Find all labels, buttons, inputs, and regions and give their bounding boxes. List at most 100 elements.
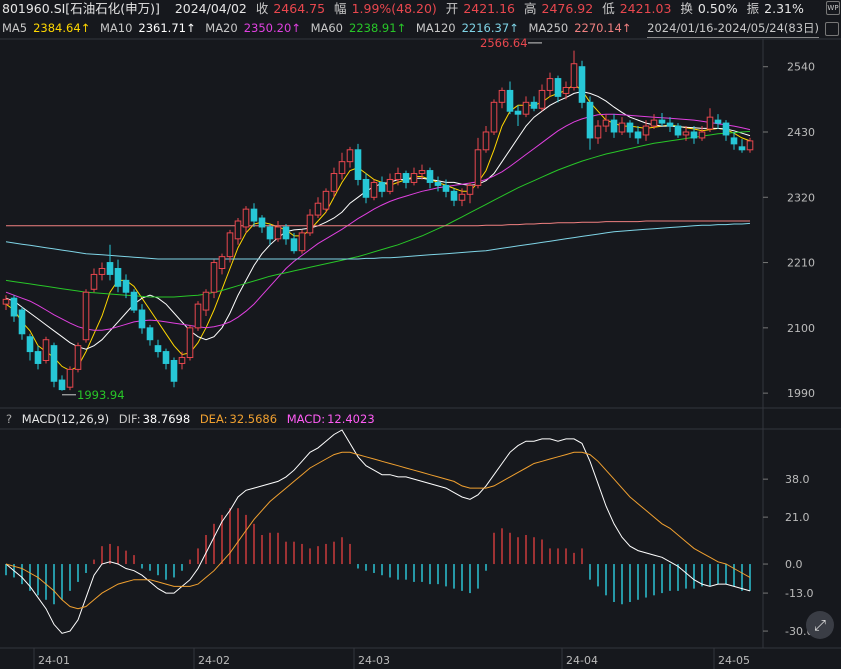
candle-body: [746, 140, 754, 151]
candle-body: [122, 279, 130, 293]
candle-body: [138, 309, 146, 329]
candle-body: [26, 336, 34, 353]
candle-body: [418, 170, 426, 175]
candle-body: [58, 379, 66, 391]
macd-tick-label: 38.0: [785, 473, 810, 486]
candle-body: [594, 125, 602, 139]
candle-body: [106, 262, 114, 275]
candle-body: [514, 110, 522, 115]
candle-body: [410, 173, 418, 183]
ma250-line: [6, 220, 750, 227]
date-tick-label: 24-03: [358, 654, 390, 667]
candle-body: [34, 351, 42, 364]
candle-body: [642, 125, 650, 136]
candle-body: [466, 184, 474, 195]
candle-body: [690, 131, 698, 139]
candle-body: [114, 267, 122, 287]
candle-body: [562, 86, 570, 94]
candle-body: [314, 202, 322, 216]
candle-body: [402, 173, 410, 183]
candle-body: [274, 226, 282, 240]
candle-body: [474, 149, 482, 186]
candles: [2, 50, 754, 391]
candle-body: [98, 267, 106, 275]
candle-body: [370, 181, 378, 198]
candle-body: [442, 184, 450, 192]
candle-body: [170, 359, 178, 382]
candle-body: [490, 101, 498, 133]
macd-bars: [5, 508, 751, 605]
candle-body: [50, 345, 58, 382]
candle-body: [282, 226, 290, 240]
date-tick-label: 24-02: [198, 654, 230, 667]
candle-body: [202, 291, 210, 311]
date-tick-label: 24-01: [38, 654, 70, 667]
candle-body: [242, 208, 250, 228]
expand-icon[interactable]: ⤢: [806, 611, 834, 639]
candle-body: [498, 89, 506, 103]
candle-body: [650, 119, 658, 127]
candle-body: [586, 101, 594, 139]
price-tick-label: 2210: [787, 257, 815, 270]
candle-body: [426, 170, 434, 183]
candle-body: [2, 298, 10, 305]
candle-body: [618, 122, 626, 133]
macd-tick-label: 0.0: [785, 558, 803, 571]
candle-body: [602, 119, 610, 127]
candle-body: [506, 89, 514, 112]
candle-body: [450, 190, 458, 201]
candle-body: [666, 122, 674, 127]
candle-body: [554, 78, 562, 97]
candle-body: [346, 149, 354, 163]
candle-body: [578, 66, 586, 103]
candle-body: [330, 173, 338, 192]
candle-body: [298, 232, 306, 252]
price-tick-label: 2100: [787, 322, 815, 335]
candle-body: [290, 238, 298, 252]
candle-body: [714, 119, 722, 124]
candle-body: [194, 303, 202, 329]
candle-body: [226, 232, 234, 258]
candle-body: [338, 161, 346, 175]
candle-body: [730, 137, 738, 145]
candle-body: [186, 327, 194, 359]
candle-body: [74, 345, 82, 370]
candle-body: [258, 217, 266, 228]
candle-body: [738, 146, 746, 151]
candle-body: [82, 291, 90, 341]
candle-body: [698, 131, 706, 139]
candle-body: [266, 226, 274, 240]
candle-body: [130, 291, 138, 311]
candle-body: [530, 101, 538, 109]
kline-macd-chart[interactable]: 199021002210232024302540-30.0-13.00.021.…: [0, 0, 841, 669]
price-tick-label: 1990: [787, 387, 815, 400]
candle-body: [10, 297, 18, 317]
candle-body: [626, 122, 634, 133]
ma120-line: [5, 222, 751, 260]
candle-body: [706, 116, 714, 130]
candle-body: [234, 220, 242, 240]
candle-body: [154, 345, 162, 353]
macd-lines: [5, 429, 751, 634]
candle-body: [634, 131, 642, 139]
candle-body: [394, 173, 402, 180]
candle-body: [66, 368, 74, 388]
candle-body: [386, 178, 394, 192]
candle-body: [434, 181, 442, 186]
candle-body: [42, 339, 50, 361]
candle-body: [570, 63, 578, 88]
axes: 199021002210232024302540-30.0-13.00.021.…: [33, 36, 815, 669]
macd-tick-label: 21.0: [785, 511, 810, 524]
candle-body: [90, 273, 98, 290]
candle-body: [658, 119, 666, 124]
candle-body: [210, 262, 218, 293]
candle-body: [722, 122, 730, 136]
candle-body: [378, 181, 386, 192]
candle-body: [362, 178, 370, 198]
candle-body: [522, 101, 530, 115]
candle-body: [458, 193, 466, 201]
candle-body: [178, 357, 186, 364]
low-marker-label: 1993.94: [77, 388, 125, 402]
date-tick-label: 24-05: [718, 654, 750, 667]
candle-body: [482, 131, 490, 151]
